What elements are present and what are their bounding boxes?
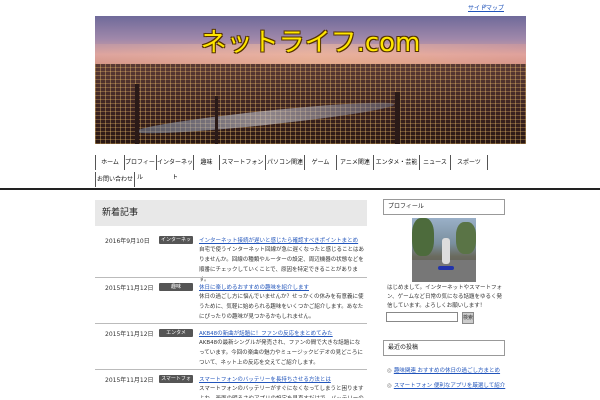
post-category-badge[interactable]: インターネット: [159, 236, 193, 251]
sidebar-profile-heading: プロフィール: [383, 199, 505, 215]
nav-item-home[interactable]: ホーム: [95, 155, 125, 170]
post-title[interactable]: スマートフォンのバッテリーを長持ちさせる方法とは: [199, 375, 365, 383]
post-title[interactable]: AKB48の新曲が話題に！ファンの反応をまとめてみた: [199, 329, 365, 337]
profile-image[interactable]: [412, 218, 476, 282]
main-heading: 新着記事: [95, 200, 367, 226]
nav-item-sports[interactable]: スポーツ: [451, 155, 488, 170]
post-date: 2015年11月12日: [105, 285, 154, 292]
post-divider: [95, 277, 367, 278]
post-excerpt: 休日の過ごし方に悩んでいませんか？せっかくの休みを有意義に使うために、気軽に始め…: [199, 294, 364, 320]
post-excerpt: AKB48の最新シングルが発売され、ファンの間で大きな話題になっています。今回の…: [199, 340, 363, 366]
profile-image-skateboard: [438, 266, 454, 270]
global-nav: ホーム プロフィール インターネット 趣味 スマートフォン パソコン関連 ゲーム…: [95, 155, 531, 187]
banner-tower: [135, 84, 139, 144]
post-category-badge[interactable]: 趣味: [159, 283, 193, 291]
recent-post-link[interactable]: ◎ スマートフォン 便利なアプリを厳選して紹介: [387, 381, 505, 389]
nav-item-internet[interactable]: インターネット: [157, 155, 194, 181]
sitemap-link[interactable]: サイトマップ: [468, 3, 504, 12]
nav-item-smartphone[interactable]: スマートフォン: [220, 155, 266, 170]
banner-tower: [395, 92, 400, 144]
post-date: 2015年11月12日: [105, 377, 154, 384]
post-date: 2016年9月10日: [105, 238, 150, 245]
post-title[interactable]: インターネット接続が遅いと感じたら確認すべきポイントまとめ: [199, 236, 365, 244]
profile-image-person: [442, 238, 450, 264]
post-excerpt: スマートフォンのバッテリーがすぐになくなってしまうと困りますよね。画面の明るさや…: [199, 386, 364, 398]
nav-item-anime[interactable]: アニメ関連: [337, 155, 374, 170]
site-title[interactable]: ネットライフ.com: [95, 22, 526, 59]
post-title[interactable]: 休日に楽しめるおすすめの趣味を紹介します: [199, 283, 365, 291]
circle-bullet-icon: ◎: [387, 368, 392, 374]
post-category-badge[interactable]: スマートフォン: [159, 375, 193, 390]
header-banner[interactable]: ネットライフ.com: [95, 16, 526, 144]
post-divider: [95, 369, 367, 370]
post-category-badge[interactable]: エンタメ: [159, 329, 193, 337]
post-divider: [95, 323, 367, 324]
circle-bullet-icon: ◎: [387, 383, 392, 389]
post-excerpt: 自宅で使うインターネット回線が急に遅くなったと感じることはありませんか。回線の種…: [199, 247, 365, 283]
nav-item-entertainment[interactable]: エンタメ・芸能: [374, 155, 420, 170]
recent-post-link[interactable]: ◎ 趣味関連 おすすめの休日の過ごし方まとめ: [387, 366, 500, 374]
nav-item-hobby[interactable]: 趣味: [194, 155, 220, 170]
post-date: 2015年11月12日: [105, 331, 154, 338]
profile-image-tree: [456, 222, 476, 254]
nav-item-profile[interactable]: プロフィール: [124, 155, 157, 181]
profile-text: はじめまして。インターネットやスマートフォン、ゲームなど日常の気になる話題をゆる…: [387, 285, 503, 309]
banner-tower: [215, 96, 218, 144]
recent-post-title: スマートフォン 便利なアプリを厳選して紹介: [393, 383, 506, 389]
sidebar-recent-heading: 最近の投稿: [383, 340, 505, 356]
profile-image-tree: [412, 218, 434, 256]
search-input[interactable]: [386, 312, 458, 322]
nav-item-pc[interactable]: パソコン関連: [266, 155, 305, 170]
nav-item-game[interactable]: ゲーム: [305, 155, 337, 170]
nav-divider: [0, 188, 600, 190]
search-button[interactable]: 検索: [462, 312, 474, 324]
nav-item-news[interactable]: ニュース: [420, 155, 451, 170]
recent-post-title: 趣味関連 おすすめの休日の過ごし方まとめ: [393, 368, 501, 374]
nav-item-contact[interactable]: お問い合わせ: [95, 172, 135, 187]
